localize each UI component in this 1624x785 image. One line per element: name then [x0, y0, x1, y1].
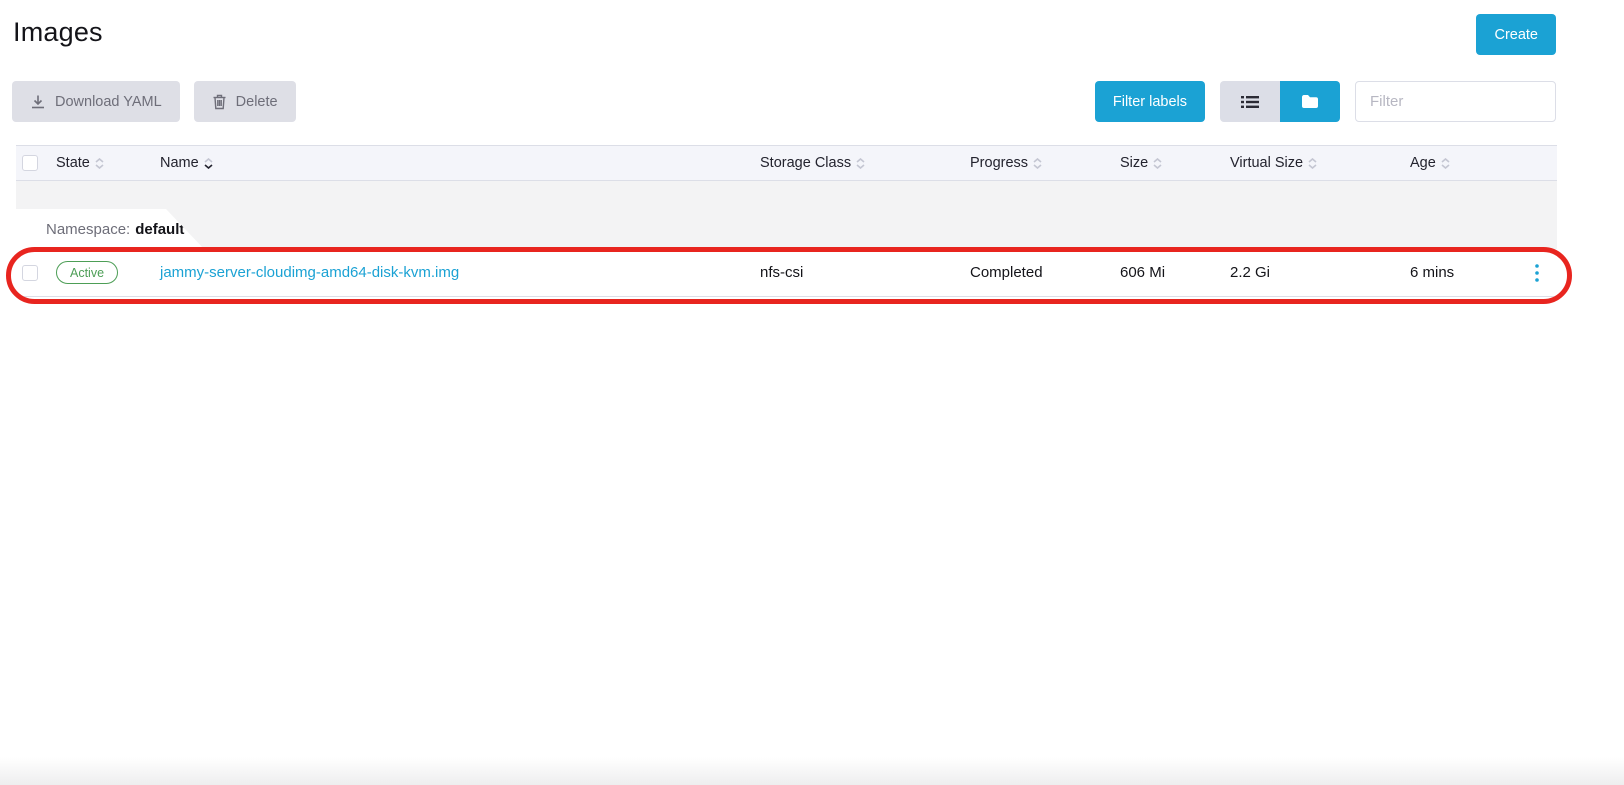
kebab-menu-icon[interactable] — [1522, 258, 1552, 288]
virtual-size-cell: 2.2 Gi — [1230, 264, 1410, 281]
column-header-age[interactable]: Age — [1410, 155, 1520, 171]
folder-view-icon — [1301, 94, 1319, 109]
row-select-cell — [16, 265, 56, 281]
sort-carets-icon — [856, 158, 865, 169]
images-page: Images Create Download YAML Delete Filte… — [0, 0, 1624, 785]
sort-carets-icon — [204, 158, 213, 169]
size-cell: 606 Mi — [1120, 264, 1230, 281]
table-header-row: State Name Storage Class — [16, 145, 1557, 181]
list-view-button[interactable] — [1220, 81, 1280, 122]
select-all-checkbox[interactable] — [22, 155, 38, 171]
sort-carets-icon — [1153, 158, 1162, 169]
table-row: Active jammy-server-cloudimg-amd64-disk-… — [16, 249, 1557, 297]
create-button[interactable]: Create — [1476, 14, 1556, 55]
image-name-link[interactable]: jammy-server-cloudimg-amd64-disk-kvm.img — [160, 264, 459, 281]
folder-view-button[interactable] — [1280, 81, 1340, 122]
storage-class-cell: nfs-csi — [760, 264, 970, 281]
sort-carets-icon — [95, 158, 104, 169]
images-table: State Name Storage Class — [16, 145, 1557, 297]
select-all-cell — [16, 155, 56, 171]
bottom-fade-strip — [0, 757, 1624, 785]
column-label: Size — [1120, 155, 1148, 171]
status-badge: Active — [56, 261, 118, 284]
list-view-icon — [1241, 94, 1259, 110]
row-actions-cell — [1520, 258, 1557, 288]
column-header-virtual-size[interactable]: Virtual Size — [1230, 155, 1410, 171]
progress-cell: Completed — [970, 264, 1120, 281]
state-cell: Active — [56, 261, 160, 284]
column-label: Virtual Size — [1230, 155, 1303, 171]
delete-label: Delete — [236, 94, 278, 110]
column-label: Name — [160, 155, 199, 171]
trash-icon — [212, 94, 227, 110]
filter-input[interactable] — [1355, 81, 1556, 122]
delete-button[interactable]: Delete — [194, 81, 296, 122]
sort-carets-icon — [1441, 158, 1450, 169]
view-toggle — [1220, 81, 1340, 122]
age-cell: 6 mins — [1410, 264, 1520, 281]
column-header-name[interactable]: Name — [160, 155, 760, 171]
download-yaml-label: Download YAML — [55, 94, 162, 110]
column-label: Storage Class — [760, 155, 851, 171]
sort-carets-icon — [1308, 158, 1317, 169]
page-title: Images — [13, 17, 103, 48]
column-header-storage-class[interactable]: Storage Class — [760, 155, 970, 171]
namespace-group-tab: Namespace: default — [16, 209, 204, 249]
namespace-label: Namespace: — [46, 221, 130, 238]
column-header-progress[interactable]: Progress — [970, 155, 1120, 171]
filter-labels-button[interactable]: Filter labels — [1095, 81, 1205, 122]
download-yaml-button[interactable]: Download YAML — [12, 81, 180, 122]
row-checkbox[interactable] — [22, 265, 38, 281]
column-label: Age — [1410, 155, 1436, 171]
column-label: Progress — [970, 155, 1028, 171]
name-cell: jammy-server-cloudimg-amd64-disk-kvm.img — [160, 264, 760, 281]
sort-carets-icon — [1033, 158, 1042, 169]
filter-toolbar: Filter labels — [1095, 81, 1556, 122]
column-header-size[interactable]: Size — [1120, 155, 1230, 171]
column-header-state[interactable]: State — [56, 155, 160, 171]
namespace-value: default — [135, 221, 184, 238]
bulk-actions: Download YAML Delete — [12, 81, 296, 122]
namespace-group-band: Namespace: default — [16, 181, 1557, 249]
column-label: State — [56, 155, 90, 171]
download-icon — [30, 94, 46, 110]
